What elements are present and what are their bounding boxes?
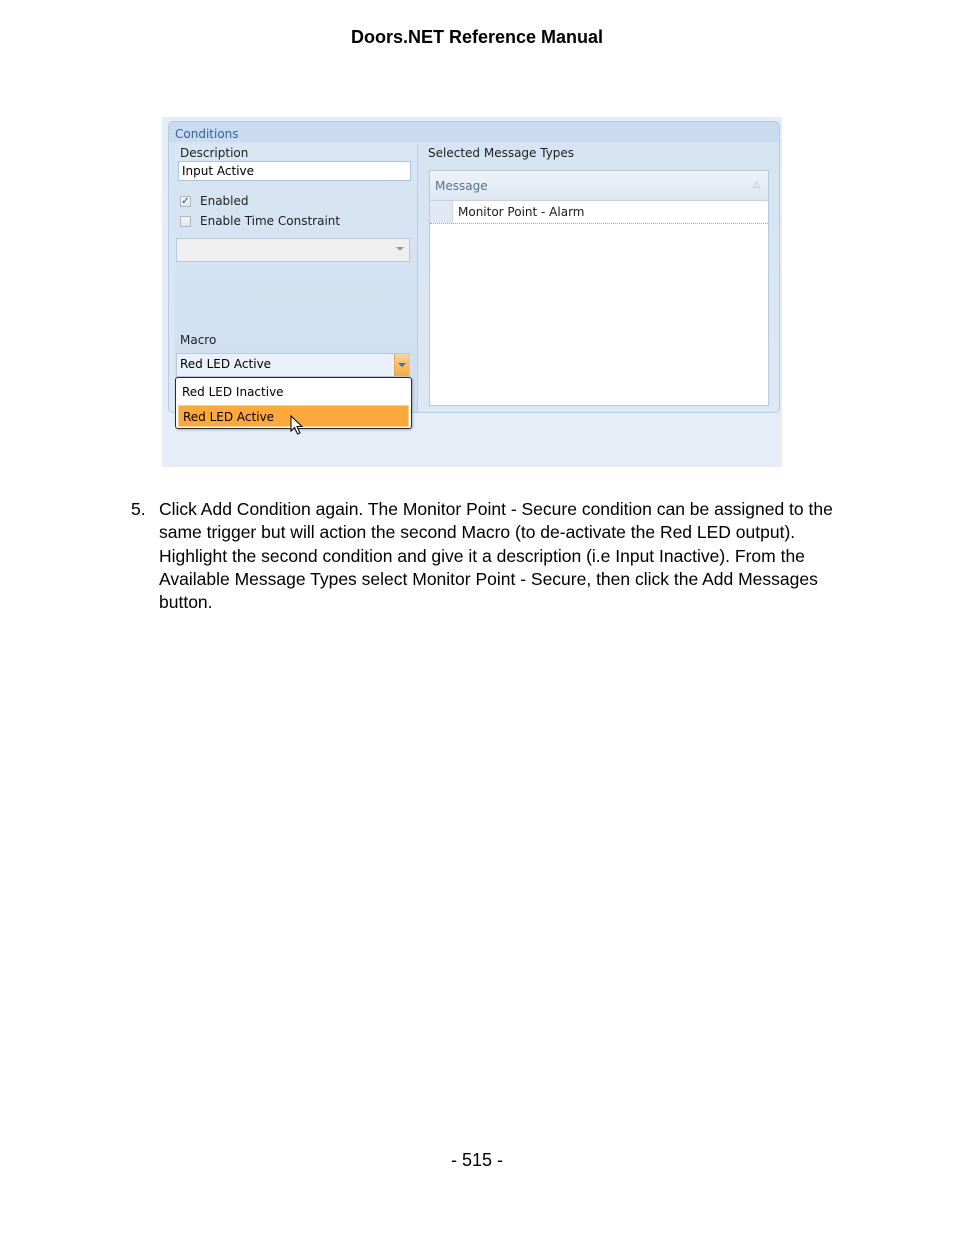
- step-body: Click Add Condition again. The Monitor P…: [159, 498, 849, 614]
- conditions-screenshot: Conditions Description Input Active ✓ En…: [162, 117, 782, 467]
- step-paragraph-1: Click Add Condition again. The Monitor P…: [159, 499, 833, 543]
- macro-dropdown-button[interactable]: [394, 354, 409, 376]
- page-number: - 515 -: [450, 1150, 504, 1170]
- chevron-down-icon: [398, 363, 406, 367]
- page-header: Doors.NET Reference Manual: [350, 27, 604, 47]
- macro-label: Macro: [180, 333, 217, 347]
- time-constraint-checkbox[interactable]: [180, 216, 191, 227]
- mouse-cursor-icon: [290, 415, 304, 435]
- step-number: 5.: [131, 499, 146, 519]
- time-constraint-select[interactable]: [176, 238, 410, 262]
- selected-message-types-panel: Selected Message Types Message △ Monitor…: [425, 144, 777, 412]
- condition-details-panel: Description Input Active ✓ Enabled Enabl…: [175, 144, 418, 412]
- message-grid: Message △ Monitor Point - Alarm: [429, 170, 769, 406]
- sort-ascending-icon: △: [753, 180, 760, 190]
- enabled-label: Enabled: [200, 194, 249, 208]
- table-row[interactable]: Monitor Point - Alarm: [430, 201, 768, 224]
- grid-header[interactable]: Message △: [430, 171, 768, 201]
- group-title: Conditions: [175, 127, 239, 141]
- column-header-message[interactable]: Message: [435, 179, 488, 193]
- conditions-group: Conditions Description Input Active ✓ En…: [168, 121, 780, 413]
- selected-message-types-label: Selected Message Types: [428, 146, 575, 160]
- macro-select[interactable]: Red LED Active: [176, 353, 410, 377]
- message-cell: Monitor Point - Alarm: [458, 205, 585, 219]
- time-constraint-label: Enable Time Constraint: [200, 214, 341, 228]
- checkmark-icon: ✓: [181, 196, 190, 207]
- macro-select-value: Red LED Active: [180, 357, 272, 371]
- step-paragraph-2: Highlight the second condition and give …: [159, 545, 818, 613]
- description-label: Description: [180, 146, 249, 160]
- description-input[interactable]: Input Active: [178, 161, 411, 181]
- dropdown-option[interactable]: Red LED Inactive: [178, 381, 409, 403]
- enabled-checkbox[interactable]: ✓: [180, 196, 191, 207]
- chevron-down-icon: [396, 247, 404, 251]
- row-indicator: [430, 201, 453, 223]
